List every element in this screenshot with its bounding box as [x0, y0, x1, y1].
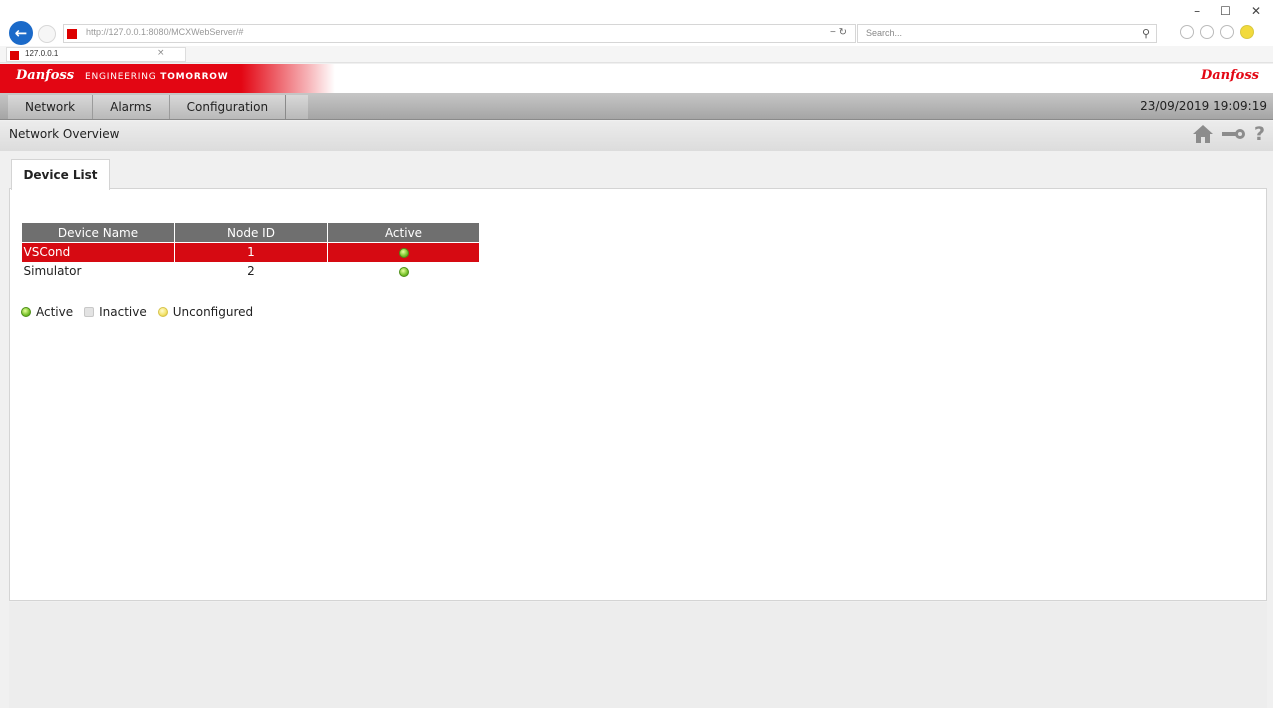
close-icon[interactable]: ✕: [1251, 4, 1261, 18]
legend-label-inactive: Inactive: [99, 305, 147, 319]
nav-configuration[interactable]: Configuration: [170, 95, 287, 119]
browser-search-box[interactable]: Search... ⚲: [857, 24, 1157, 43]
brand-bar: Danfoss ENGINEERING TOMORROW Danfoss: [0, 64, 1273, 93]
site-favicon-icon: [67, 29, 77, 39]
search-icon[interactable]: ⚲: [1142, 27, 1150, 40]
device-name-cell[interactable]: Simulator: [21, 261, 175, 281]
active-status-icon: [21, 307, 31, 317]
active-status-cell: [327, 261, 480, 281]
tagline-prefix: ENGINEERING: [85, 72, 157, 82]
table-header-row: Device Name Node ID Active: [21, 222, 480, 243]
node-id-cell: 2: [174, 261, 328, 281]
key-icon[interactable]: [1220, 123, 1246, 145]
status-legend: Active Inactive Unconfigured: [21, 305, 264, 319]
settings-icon[interactable]: [1220, 25, 1234, 39]
help-icon[interactable]: ?: [1254, 123, 1265, 145]
column-header-active[interactable]: Active: [327, 222, 480, 243]
legend-item-unconfigured: Unconfigured: [157, 305, 254, 319]
main-nav: Network Alarms Configuration 23/09/2019 …: [0, 93, 1273, 120]
device-list-panel: Device Name Node ID Active VSCond 1 Simu…: [9, 188, 1267, 601]
restore-icon[interactable]: ☐: [1220, 4, 1231, 18]
browser-toolbar: ← http://127.0.0.1:8080/MCXWebServer/# −…: [0, 0, 1273, 46]
address-bar[interactable]: http://127.0.0.1:8080/MCXWebServer/# − ↻: [63, 24, 856, 43]
address-url[interactable]: http://127.0.0.1:8080/MCXWebServer/#: [86, 27, 243, 37]
active-status-icon: [398, 247, 409, 258]
forward-arrow-icon[interactable]: [38, 25, 56, 43]
back-arrow-icon[interactable]: ←: [9, 21, 33, 45]
brand-tagline: ENGINEERING TOMORROW: [85, 72, 229, 82]
datetime: 23/09/2019 19:09:19: [1140, 99, 1267, 113]
nav-network[interactable]: Network: [8, 95, 94, 119]
favorites-icon[interactable]: [1200, 25, 1214, 39]
home-icon[interactable]: [1192, 123, 1214, 145]
brand-banner: Danfoss ENGINEERING TOMORROW: [0, 64, 335, 93]
window-controls: – ☐ ✕: [1194, 4, 1261, 18]
legend-label-active: Active: [36, 305, 74, 319]
page-title: Network Overview: [9, 127, 120, 141]
legend-label-unconfigured: Unconfigured: [172, 305, 254, 319]
table-row[interactable]: Simulator 2: [21, 261, 480, 281]
tagline-suffix: TOMORROW: [160, 72, 229, 82]
column-header-device-name[interactable]: Device Name: [21, 222, 175, 243]
browser-tab-row: 127.0.0.1 ×: [0, 46, 1273, 63]
active-status-icon: [398, 266, 409, 277]
danfoss-logo: Danfoss: [16, 68, 75, 83]
unconfigured-status-icon: [157, 307, 168, 317]
tab-favicon-icon: [10, 51, 19, 60]
node-id-cell: 1: [174, 242, 328, 262]
search-placeholder: Search...: [866, 28, 903, 38]
browser-toolbar-icons: [1180, 25, 1254, 39]
tab-device-list[interactable]: Device List: [11, 159, 110, 190]
active-status-cell: [327, 242, 480, 262]
browser-tab[interactable]: 127.0.0.1 ×: [6, 47, 186, 62]
legend-item-inactive: Inactive: [84, 305, 147, 319]
device-table: Device Name Node ID Active VSCond 1 Simu…: [21, 222, 480, 281]
inactive-status-icon: [84, 307, 95, 317]
tab-close-icon[interactable]: ×: [157, 48, 165, 58]
home-browser-icon[interactable]: [1180, 25, 1194, 39]
device-name-cell[interactable]: VSCond: [21, 242, 175, 262]
nav-alarms[interactable]: Alarms: [93, 95, 170, 119]
header-icons: ?: [1192, 123, 1265, 145]
footer-area: [9, 602, 1267, 708]
smiley-feedback-icon[interactable]: [1240, 25, 1254, 39]
table-row[interactable]: VSCond 1: [21, 242, 480, 262]
minimize-icon[interactable]: –: [1194, 4, 1200, 18]
page-header: Network Overview ?: [0, 121, 1273, 151]
column-header-node-id[interactable]: Node ID: [174, 222, 328, 243]
tab-title: 127.0.0.1: [25, 49, 59, 58]
legend-item-active: Active: [21, 305, 73, 319]
nav-menu: Network Alarms Configuration: [8, 95, 308, 119]
danfoss-logo-right: Danfoss: [1200, 68, 1259, 83]
refresh-icon[interactable]: − ↻: [830, 27, 847, 38]
